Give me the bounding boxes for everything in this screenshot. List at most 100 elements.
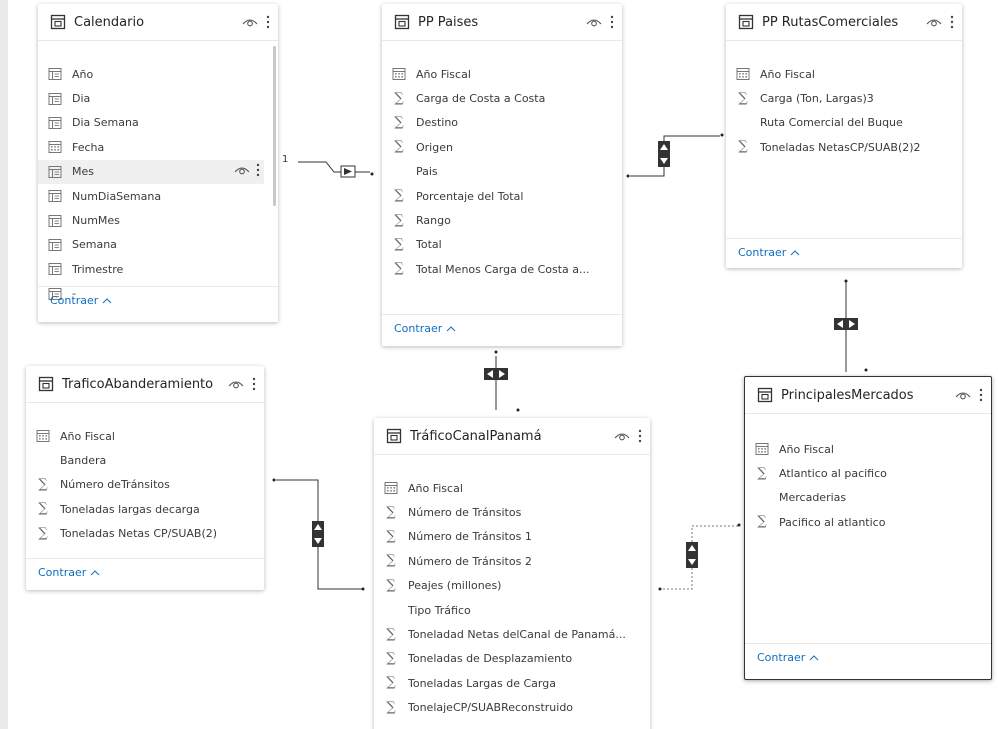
- table-card-traficocanalpanama[interactable]: TráficoCanalPanamá Año Fiscal ∑ Número de T…: [374, 418, 650, 729]
- table-icon: [757, 387, 773, 403]
- field-item[interactable]: ∑ Toneladas de Desplazamiento: [374, 647, 650, 671]
- field-item[interactable]: ∑ Porcentaje del Total: [382, 184, 622, 208]
- field-label: Año Fiscal: [760, 67, 815, 81]
- field-item[interactable]: Mes: [38, 159, 264, 184]
- field-label: Número de Tránsitos 2: [408, 554, 532, 568]
- field-label: Año Fiscal: [779, 442, 834, 456]
- table-header[interactable]: PrincipalesMercados: [745, 377, 991, 414]
- collapse-button[interactable]: Contraer: [38, 566, 100, 579]
- field-item[interactable]: ∑ Atlantico al pacifico: [745, 461, 991, 485]
- field-label: Atlantico al pacifico: [779, 467, 887, 481]
- field-label: Mercaderias: [779, 491, 847, 505]
- field-label: Bandera: [60, 454, 107, 468]
- chevron-up-icon: [790, 246, 800, 259]
- field-item[interactable]: ∑ TonelajeCP/SUABReconstruido: [374, 696, 650, 720]
- field-item[interactable]: ∑ Carga de Costa a Costa: [382, 86, 622, 110]
- field-item[interactable]: Año Fiscal: [26, 424, 264, 448]
- eye-icon[interactable]: [926, 16, 942, 28]
- table-title: PP Paises: [418, 14, 479, 30]
- field-item[interactable]: ∑ Toneladas Netas CP/SUAB(2): [26, 522, 264, 546]
- field-item[interactable]: Año Fiscal: [745, 437, 991, 461]
- field-item[interactable]: Año Fiscal: [374, 476, 650, 500]
- field-item[interactable]: Fecha: [38, 135, 278, 159]
- field-label: Dia: [72, 92, 91, 106]
- field-item[interactable]: NumMes: [38, 208, 278, 232]
- more-options-icon[interactable]: [979, 388, 983, 402]
- table-card-pp-paises[interactable]: PP Paises Año Fiscal ∑ Carga de Costa a Cos…: [382, 4, 622, 346]
- table-card-principalesmercados[interactable]: PrincipalesMercados Año Fiscal ∑ Atlantico …: [744, 376, 992, 680]
- field-label: Número deTránsitos: [60, 478, 170, 492]
- field-item[interactable]: Ruta Comercial del Buque: [726, 111, 962, 135]
- field-item[interactable]: Dia: [38, 86, 278, 110]
- more-options-icon[interactable]: [638, 429, 642, 443]
- field-list: Año Fiscal ∑ Carga de Costa a Costa ∑ Destin…: [382, 62, 622, 282]
- field-item[interactable]: Año Fiscal: [726, 62, 962, 86]
- model-canvas[interactable]: 1 Calendario Año Dia Dia Semana Fecha Mes NumD…: [8, 0, 998, 729]
- field-label: Peajes (millones): [408, 579, 502, 593]
- field-item[interactable]: ∑ Total: [382, 233, 622, 257]
- field-item[interactable]: ∑ Destino: [382, 111, 622, 135]
- field-item[interactable]: ∑ Toneladas Largas de Carga: [374, 671, 650, 695]
- more-options-icon[interactable]: [266, 15, 270, 29]
- field-item[interactable]: ∑ Toneladas largas decarga: [26, 497, 264, 521]
- eye-icon[interactable]: [955, 389, 971, 401]
- table-title: PP RutasComerciales: [762, 14, 899, 30]
- collapse-button[interactable]: Contraer: [757, 651, 819, 664]
- field-item[interactable]: Año Fiscal: [382, 62, 622, 86]
- field-item[interactable]: Trimestre: [38, 257, 278, 281]
- field-item[interactable]: Dia Semana: [38, 111, 278, 135]
- bidirectional-icon-aband-canal: [312, 521, 324, 547]
- field-label: Toneladas Largas de Carga: [408, 676, 556, 690]
- field-label: Número de Tránsitos 1: [408, 530, 532, 544]
- field-item[interactable]: Pais: [382, 160, 622, 184]
- field-item[interactable]: ∑ Peajes (millones): [374, 574, 650, 598]
- field-item[interactable]: Semana: [38, 233, 278, 257]
- eye-icon[interactable]: [614, 430, 630, 442]
- field-item[interactable]: ∑ Total Menos Carga de Costa a...: [382, 257, 622, 281]
- table-title: TráficoCanalPanamá: [410, 428, 542, 444]
- field-item[interactable]: Bandera: [26, 448, 264, 472]
- field-item[interactable]: Mercaderias: [745, 486, 991, 510]
- eye-icon[interactable]: [228, 378, 244, 390]
- field-item[interactable]: ∑ Toneladas NetasCP/SUAB(2)2: [726, 135, 962, 159]
- field-list: Año Fiscal ∑ Carga (Ton, Largas)3 Ruta Come…: [726, 62, 962, 160]
- scrollbar[interactable]: [273, 46, 276, 206]
- field-item[interactable]: ∑ Pacifico al atlantico: [745, 510, 991, 534]
- sigma-icon: ∑: [386, 577, 396, 593]
- field-label: Total: [416, 238, 442, 252]
- more-options-icon[interactable]: [610, 15, 614, 29]
- table-card-pp-rutascomerciales[interactable]: PP RutasComerciales Año Fiscal ∑ Carga (Ton…: [726, 4, 962, 268]
- more-options-icon[interactable]: [950, 15, 954, 29]
- collapse-button[interactable]: Contraer: [394, 322, 456, 335]
- sigma-icon: ∑: [738, 139, 748, 155]
- eye-icon[interactable]: [586, 16, 602, 28]
- field-item[interactable]: Tipo Tráfico: [374, 598, 650, 622]
- eye-icon[interactable]: [242, 16, 258, 28]
- table-header[interactable]: PP Paises: [382, 4, 622, 41]
- field-label: Fecha: [72, 140, 105, 154]
- field-item[interactable]: ∑ Toneladad Netas delCanal de Panamá...: [374, 622, 650, 646]
- table-card-calendario[interactable]: Calendario Año Dia Dia Semana Fecha Mes NumDia…: [38, 4, 278, 322]
- collapse-button[interactable]: Contraer: [50, 294, 112, 307]
- more-options-icon[interactable]: [252, 377, 256, 391]
- field-label: Total Menos Carga de Costa a...: [416, 262, 590, 276]
- table-card-traficoabanderamiento[interactable]: TraficoAbanderamiento Año Fiscal Bandera ∑ N…: [26, 366, 264, 590]
- more-options-icon[interactable]: [256, 163, 260, 180]
- hierarchy-icon: [48, 165, 62, 179]
- field-item[interactable]: NumDiaSemana: [38, 184, 278, 208]
- field-item[interactable]: ∑ Carga (Ton, Largas)3: [726, 86, 962, 110]
- field-item[interactable]: ∑ Número de Tránsitos 2: [374, 549, 650, 573]
- table-header[interactable]: TráficoCanalPanamá: [374, 418, 650, 455]
- collapse-button[interactable]: Contraer: [738, 246, 800, 259]
- field-item[interactable]: ∑ Número de Tránsitos 1: [374, 525, 650, 549]
- field-item[interactable]: ∑ Número deTránsitos: [26, 473, 264, 497]
- table-header[interactable]: PP RutasComerciales: [726, 4, 962, 41]
- field-item[interactable]: Año: [38, 62, 278, 86]
- field-item[interactable]: ∑ Número de Tránsitos: [374, 500, 650, 524]
- table-header[interactable]: TraficoAbanderamiento: [26, 366, 264, 403]
- eye-icon[interactable]: [234, 164, 250, 179]
- field-item[interactable]: ∑ Rango: [382, 208, 622, 232]
- table-header[interactable]: Calendario: [38, 4, 278, 41]
- calendar-icon: [36, 429, 50, 443]
- field-item[interactable]: ∑ Origen: [382, 135, 622, 159]
